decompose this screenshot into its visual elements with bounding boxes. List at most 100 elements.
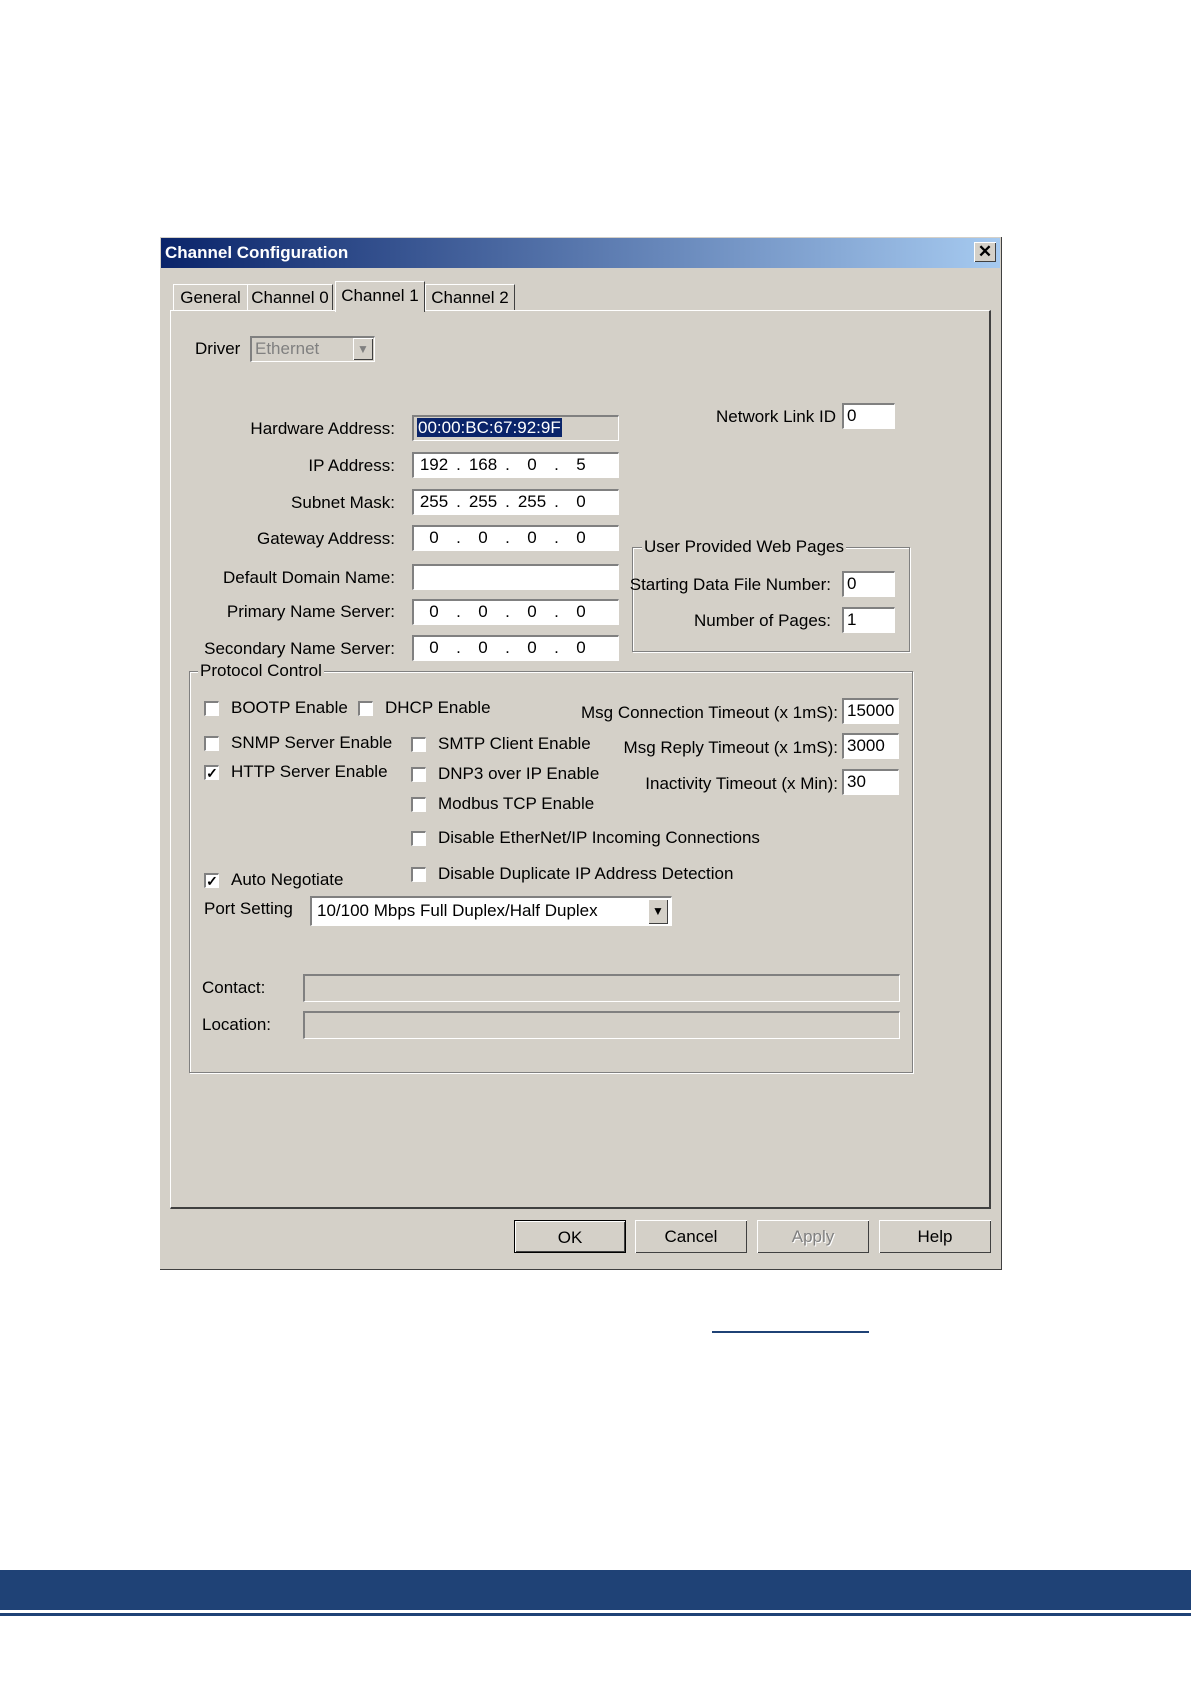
help-label: Help (917, 1227, 953, 1246)
subnet-mask-label: Subnet Mask: (291, 493, 395, 512)
ip-octet: 192 (419, 455, 449, 474)
msg-reply-timeout-value: 3000 (847, 736, 885, 755)
hardware-address-label: Hardware Address: (250, 419, 395, 438)
cancel-label: Cancel (664, 1227, 718, 1246)
port-setting-value: 10/100 Mbps Full Duplex/Half Duplex (317, 901, 598, 920)
tab-label: Channel 2 (431, 288, 509, 307)
driver-label: Driver (195, 339, 241, 358)
number-of-pages-label: Number of Pages: (693, 611, 831, 630)
dialog-title: Channel Configuration (165, 243, 349, 262)
contact-field[interactable] (303, 974, 900, 1002)
default-domain-field[interactable] (412, 564, 619, 590)
apply-button[interactable]: Apply (757, 1220, 869, 1253)
ip-octet: 0 (527, 455, 537, 474)
subnet-mask-field[interactable]: 255. 255. 255. 0 (412, 489, 619, 515)
tab-channel-1[interactable]: Channel 1 (335, 281, 425, 312)
driver-value: Ethernet (255, 339, 320, 358)
disable-enip-checkbox[interactable] (411, 831, 426, 846)
disable-duplicate-ip-label: Disable Duplicate IP Address Detection (438, 864, 734, 883)
ip-address-field[interactable]: 192. 168. 0. 5 (412, 452, 619, 478)
location-field[interactable] (303, 1011, 900, 1039)
ip-octet: 255 (419, 492, 449, 511)
disable-duplicate-ip-checkbox[interactable] (411, 867, 426, 882)
network-link-id-label: Network Link ID (716, 407, 836, 426)
protocol-control-title: Protocol Control (198, 661, 324, 681)
title-bar[interactable]: Channel Configuration ✕ (161, 238, 1000, 268)
ip-octet: 255 (517, 492, 547, 511)
tab-label: Channel 0 (251, 288, 329, 307)
modbus-checkbox[interactable] (411, 797, 426, 812)
starting-data-file-value: 0 (847, 574, 857, 593)
msg-reply-timeout-label: Msg Reply Timeout (x 1mS): (623, 738, 838, 757)
help-button[interactable]: Help (879, 1220, 991, 1253)
chevron-down-icon: ▼ (652, 904, 664, 918)
inactivity-timeout-field[interactable]: 30 (842, 769, 899, 795)
snmp-checkbox[interactable] (204, 736, 219, 751)
dnp3-label: DNP3 over IP Enable (438, 764, 600, 783)
msg-connection-timeout-label: Msg Connection Timeout (x 1mS): (581, 703, 838, 722)
primary-name-server-field[interactable]: 0. 0. 0. 0 (412, 599, 619, 625)
auto-negotiate-checkbox[interactable]: ✓ (204, 873, 219, 888)
tab-label: General (180, 288, 241, 307)
network-link-id-field[interactable]: 0 (842, 403, 895, 429)
ip-octet: 0 (429, 638, 439, 657)
inactivity-timeout-value: 30 (847, 772, 866, 791)
http-label: HTTP Server Enable (231, 762, 388, 781)
msg-connection-timeout-field[interactable]: 15000 (842, 698, 899, 724)
ip-octet: 0 (429, 602, 439, 621)
http-checkbox[interactable]: ✓ (204, 765, 219, 780)
close-button[interactable]: ✕ (974, 242, 996, 262)
port-setting-label: Port Setting (204, 899, 293, 918)
ip-address-label: IP Address: (308, 456, 395, 475)
footer-band (0, 1570, 1191, 1610)
ip-octet: 0 (576, 528, 586, 547)
smtp-checkbox[interactable] (411, 737, 426, 752)
channel-configuration-dialog: Channel Configuration ✕ General Channel … (159, 236, 1002, 1270)
check-icon: ✓ (206, 873, 218, 889)
starting-data-file-field[interactable]: 0 (842, 571, 895, 597)
ip-octet: 0 (527, 602, 537, 621)
contact-label: Contact: (202, 978, 266, 997)
location-label: Location: (202, 1015, 271, 1034)
ip-octet: 168 (468, 455, 498, 474)
smtp-label: SMTP Client Enable (438, 734, 591, 753)
dhcp-label: DHCP Enable (385, 698, 491, 717)
secondary-name-server-field[interactable]: 0. 0. 0. 0 (412, 635, 619, 661)
ip-octet: 0 (576, 492, 586, 511)
ip-octet: 0 (478, 602, 488, 621)
port-setting-select[interactable]: 10/100 Mbps Full Duplex/Half Duplex (310, 896, 672, 926)
secondary-name-server-label: Secondary Name Server: (204, 639, 395, 658)
tab-channel-2[interactable]: Channel 2 (425, 284, 515, 311)
dhcp-checkbox[interactable] (358, 701, 373, 716)
port-setting-dropdown-arrow[interactable]: ▼ (648, 899, 668, 924)
cancel-button[interactable]: Cancel (635, 1220, 747, 1253)
web-pages-group-title: User Provided Web Pages (642, 537, 847, 557)
ok-button[interactable]: OK (514, 1220, 626, 1253)
tab-channel-0[interactable]: Channel 0 (247, 284, 333, 311)
primary-name-server-label: Primary Name Server: (226, 602, 395, 621)
default-domain-label: Default Domain Name: (223, 568, 395, 587)
ip-octet: 0 (478, 638, 488, 657)
ip-octet: 0 (527, 638, 537, 657)
tab-general[interactable]: General (173, 284, 248, 311)
dnp3-checkbox[interactable] (411, 767, 426, 782)
disable-enip-label: Disable EtherNet/IP Incoming Connections (438, 828, 760, 847)
chevron-down-icon: ▼ (357, 342, 369, 356)
bootp-checkbox[interactable] (204, 701, 219, 716)
number-of-pages-field[interactable]: 1 (842, 607, 895, 633)
link-underline[interactable] (712, 1331, 869, 1333)
msg-connection-timeout-value: 15000 (847, 701, 895, 720)
gateway-address-field[interactable]: 0. 0. 0. 0 (412, 525, 619, 551)
ip-octet: 0 (478, 528, 488, 547)
bootp-label: BOOTP Enable (231, 698, 348, 717)
msg-reply-timeout-field[interactable]: 3000 (842, 733, 899, 759)
ip-octet: 0 (429, 528, 439, 547)
starting-data-file-label: Starting Data File Number: (629, 575, 831, 594)
ip-octet: 5 (576, 455, 586, 474)
hardware-address-field[interactable]: 00:00:BC:67:92:9F (412, 415, 619, 441)
network-link-id-value: 0 (847, 406, 857, 425)
ok-label: OK (557, 1228, 583, 1247)
driver-dropdown-arrow-icon[interactable]: ▼ (353, 338, 373, 360)
auto-negotiate-label: Auto Negotiate (231, 870, 344, 889)
apply-label: Apply (791, 1227, 835, 1246)
